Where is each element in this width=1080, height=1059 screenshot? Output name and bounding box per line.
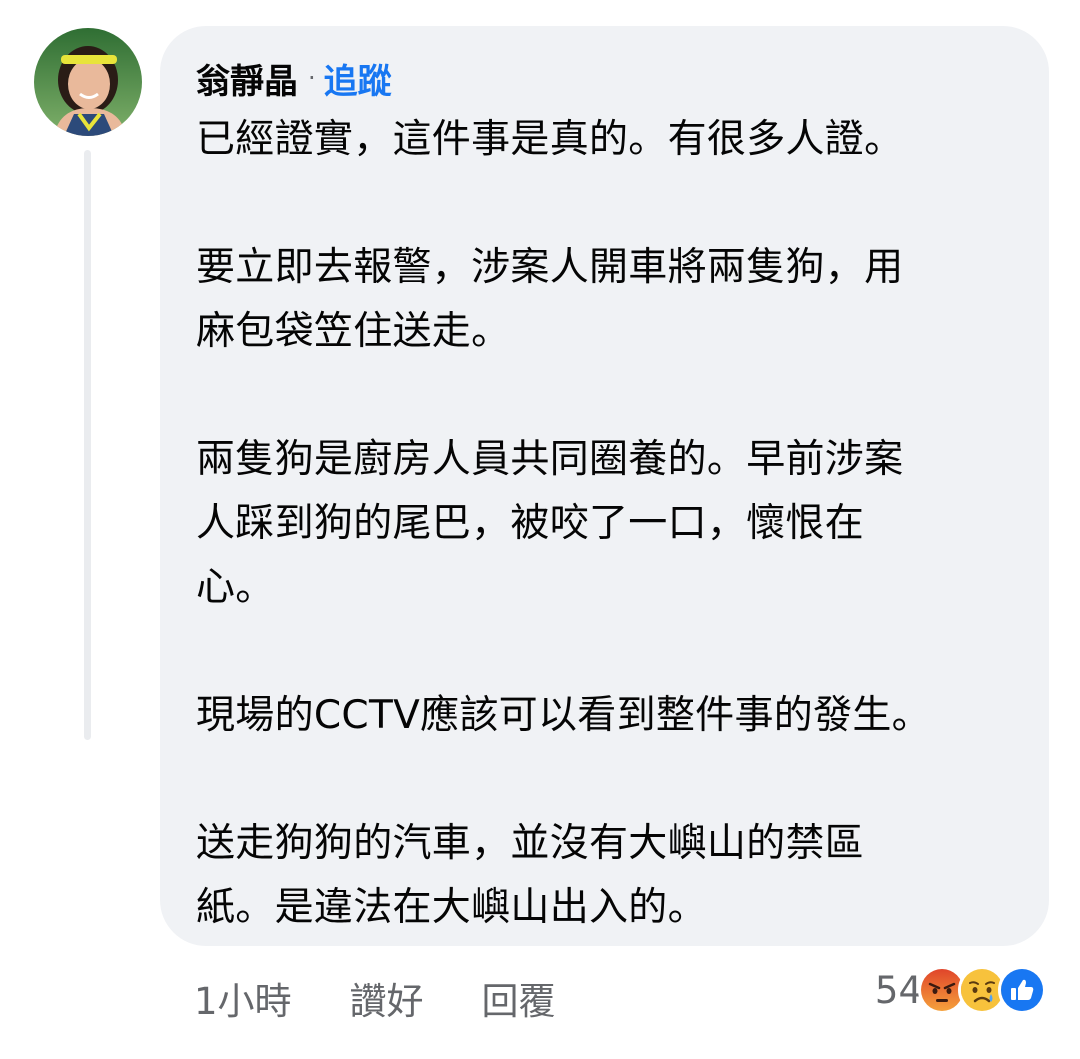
follow-button[interactable]: 追蹤 xyxy=(324,54,392,103)
comment-header: 翁靜晶 · 追蹤 xyxy=(196,48,1019,108)
comment-paragraph: 已經證實，這件事是真的。有很多人證。 xyxy=(196,117,904,162)
reactions-summary[interactable]: 54 xyxy=(875,960,1046,1020)
comment-paragraph: 要立即去報警，涉案人開車將兩隻狗，用 麻包袋笠住送走。 xyxy=(196,245,904,354)
like-reaction-icon xyxy=(998,966,1046,1014)
reply-thread-line xyxy=(84,150,91,740)
comment-text: 已經證實，這件事是真的。有很多人證。 要立即去報警，涉案人開車將兩隻狗，用 麻包… xyxy=(196,108,1019,940)
author-avatar[interactable] xyxy=(34,28,142,136)
comment-actions: 1小時 讚好 回覆 xyxy=(194,968,614,1028)
reply-button[interactable]: 回覆 xyxy=(482,971,556,1025)
comment-bubble: 翁靜晶 · 追蹤 已經證實，這件事是真的。有很多人證。 要立即去報警，涉案人開車… xyxy=(160,26,1049,946)
comment-paragraph: 現場的CCTV應該可以看到整件事的發生。 xyxy=(196,693,931,738)
header-separator: · xyxy=(308,64,316,92)
like-button[interactable]: 讚好 xyxy=(350,971,424,1025)
comment-paragraph: 兩隻狗是廚房人員共同圈養的。早前涉案 人踩到狗的尾巴，被咬了一口，懷恨在 心。 xyxy=(196,437,904,610)
reaction-count: 54 xyxy=(874,968,922,1012)
comment-paragraph: 送走狗狗的汽車，並沒有大嶼山的禁區 紙。是違法在大嶼山出入的。 xyxy=(196,821,865,930)
author-name[interactable]: 翁靜晶 xyxy=(196,54,298,103)
comment-timestamp[interactable]: 1小時 xyxy=(194,971,292,1025)
